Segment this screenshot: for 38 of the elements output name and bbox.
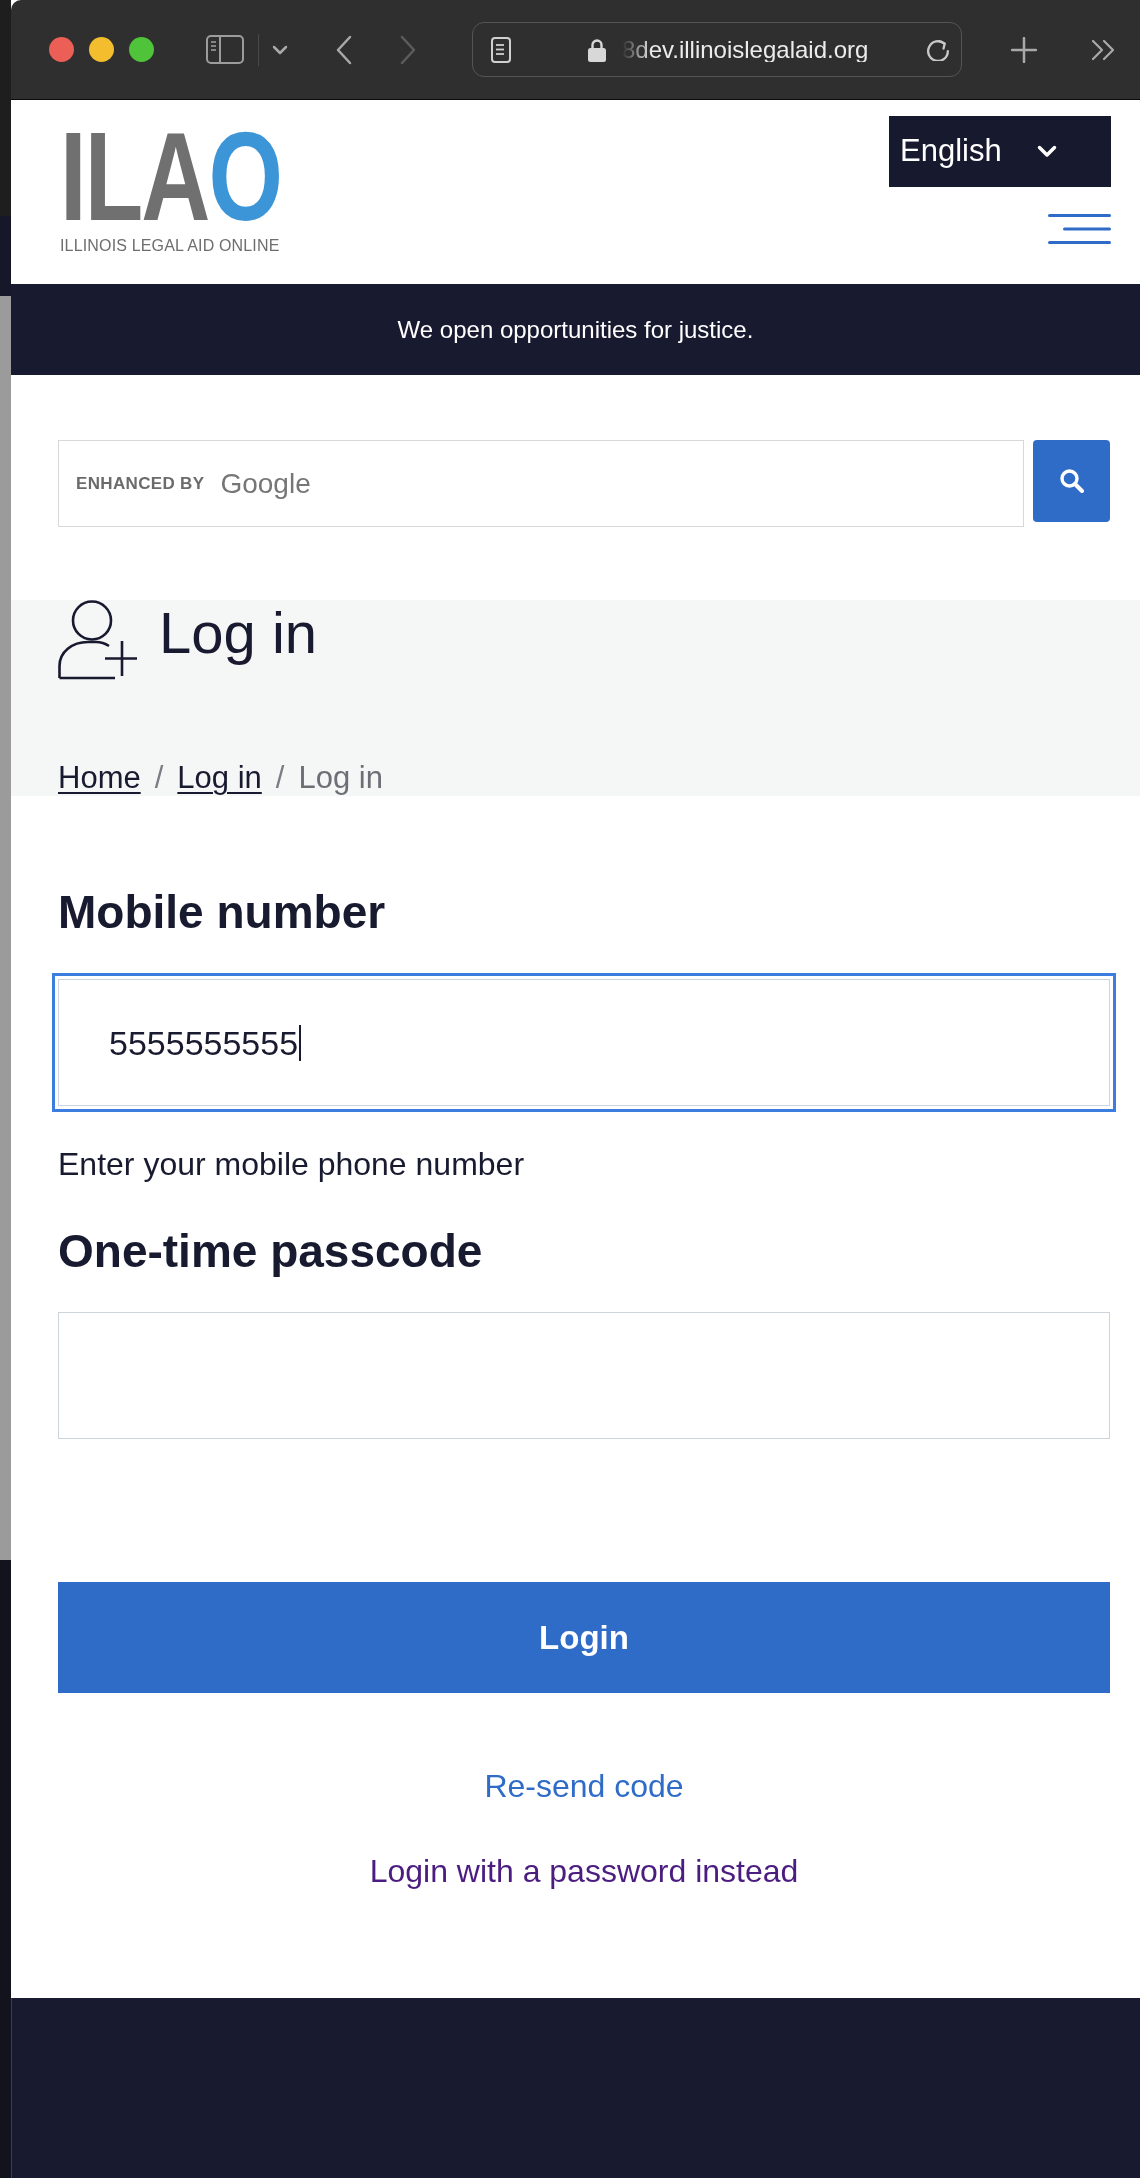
input-field[interactable] (58, 1312, 1110, 1439)
language-select[interactable]: English (889, 116, 1111, 187)
slogan-text: We open opportunities for justice. (397, 317, 754, 342)
text-link[interactable]: Login with a password instead (369, 1855, 799, 1887)
user-add-icon (58, 600, 138, 680)
search-icon (1059, 469, 1084, 493)
menu-icon[interactable] (1048, 214, 1111, 244)
plus-icon[interactable] (1011, 36, 1037, 63)
enhanced-by-label: ENHANCED BY (76, 475, 205, 492)
breadcrumb-current: Log in (298, 760, 383, 796)
breadcrumb-link[interactable]: Home (58, 760, 141, 796)
google-wordmark: Google (220, 469, 311, 498)
fullscreen-window-icon[interactable] (129, 37, 154, 62)
logo-wordmark[interactable]: ILAO (60, 130, 282, 225)
chevron-down-icon[interactable] (272, 44, 288, 55)
field-label: Mobile number (58, 889, 387, 935)
breadcrumb-link[interactable]: Log in (177, 760, 262, 796)
text-cursor-icon (299, 1024, 302, 1061)
double-chevron-icon[interactable] (1091, 38, 1115, 61)
address-bar[interactable]: 8dev.illinoislegalaid.org (472, 22, 962, 77)
lock-icon (588, 37, 606, 62)
login-button[interactable]: Login (58, 1582, 1110, 1693)
chevron-down-icon (1037, 145, 1057, 158)
input-field[interactable]: 5555555555 (52, 973, 1116, 1112)
reload-icon[interactable] (927, 38, 949, 61)
url-text: 8dev.illinoislegalaid.org (622, 37, 869, 62)
breadcrumb-separator: / (275, 760, 285, 796)
help-text: Enter your mobile phone number (58, 1148, 526, 1180)
close-window-icon[interactable] (49, 37, 74, 62)
breadcrumb-separator: / (154, 760, 164, 796)
document-icon[interactable] (491, 36, 511, 63)
search-field[interactable]: ENHANCED BY Google (58, 440, 1024, 527)
search-button[interactable] (1033, 440, 1110, 522)
minimize-window-icon[interactable] (89, 37, 114, 62)
sidebar-icon[interactable] (206, 35, 244, 64)
logo-tagline: ILLINOIS LEGAL AID ONLINE (60, 236, 280, 254)
chevron-left-icon[interactable] (336, 34, 352, 65)
text-link[interactable]: Re-send code (484, 1770, 684, 1802)
